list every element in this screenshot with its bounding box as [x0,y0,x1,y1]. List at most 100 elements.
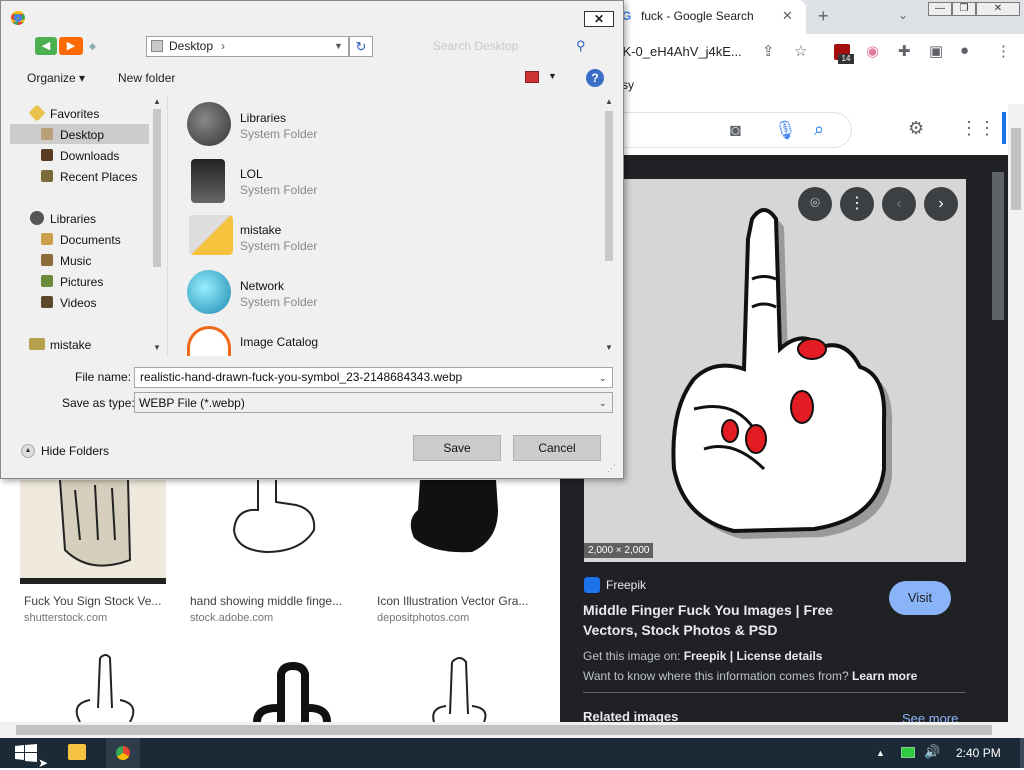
back-arrow-icon[interactable]: ◀ [35,37,57,55]
side-panel-icon[interactable]: ▣ [929,42,943,60]
result-thumbnail[interactable] [20,648,188,722]
address-location[interactable]: Desktop [169,39,213,53]
libraries-folder-icon[interactable] [187,102,231,146]
nav-scroll-down-icon[interactable]: ▼ [153,343,161,352]
more-options-icon[interactable]: ⋮ [840,187,874,221]
address-chevron-icon[interactable]: › [221,39,225,53]
next-image-icon[interactable]: › [924,187,958,221]
nav-item-videos[interactable]: Videos [60,296,96,310]
nav-item-desktop[interactable]: Desktop [60,128,104,142]
search-desktop-placeholder: Search Desktop [433,39,519,53]
save-button[interactable]: Save [413,435,501,461]
get-source-link[interactable]: Freepik [684,649,727,663]
file-scrollbar-thumb[interactable] [605,111,613,261]
file-name[interactable]: LOL [240,167,263,181]
resize-grip-icon[interactable]: ⋰ [607,463,616,474]
hide-folders-button[interactable]: Hide Folders [41,444,109,458]
minimize-button[interactable]: — [928,2,952,16]
result-thumbnail[interactable] [207,648,374,722]
source-name[interactable]: Freepik [606,578,646,592]
dialog-close-button[interactable]: ✕ [584,11,614,27]
windows-start-icon[interactable] [15,744,37,762]
user-folder-icon[interactable] [191,159,225,203]
lens-search-icon[interactable]: ⌾ [798,187,832,221]
network-globe-icon[interactable] [187,270,231,314]
cancel-button[interactable]: Cancel [513,435,601,461]
previous-image-icon[interactable]: ‹ [882,187,916,221]
nav-item-pictures[interactable]: Pictures [60,275,103,289]
nav-item-music[interactable]: Music [60,254,91,268]
horizontal-scrollbar-thumb[interactable] [16,725,992,735]
computer-folder-icon[interactable] [189,215,233,255]
forward-arrow-icon[interactable]: ▶ [59,37,83,55]
refresh-icon[interactable]: ↻ [349,36,373,57]
window-close-button[interactable]: ✕ [976,2,1020,16]
profile-avatar-icon[interactable]: ● [960,42,969,59]
bookmark-star-icon[interactable]: ☆ [794,42,807,60]
preview-image[interactable] [584,179,966,562]
result-caption[interactable]: hand showing middle finge... [190,594,342,608]
result-caption[interactable]: Fuck You Sign Stock Ve... [24,594,161,608]
volume-tray-icon[interactable]: 🔊 [924,744,940,760]
address-dropdown-icon[interactable]: ▼ [334,41,343,51]
tab-close-icon[interactable]: ✕ [782,8,793,24]
desktop-folder-icon [151,40,163,52]
file-explorer-taskbar-icon[interactable] [68,744,86,760]
settings-gear-icon[interactable]: ⚙ [908,118,924,139]
collapse-arrow-icon[interactable]: ▲ [21,444,35,458]
view-dropdown-icon[interactable]: ▼ [548,71,557,81]
image-title[interactable]: Middle Finger Fuck You Images | Free Vec… [583,600,873,640]
panel-scrollbar-thumb[interactable] [992,172,1004,320]
extension-badge-count: 14 [838,54,854,64]
page-scrollbar-thumb[interactable] [1011,128,1021,210]
visit-button[interactable]: Visit [889,581,951,615]
file-name[interactable]: Libraries [240,111,286,125]
file-name-value[interactable]: realistic-hand-drawn-fuck-you-symbol_23-… [140,370,462,384]
sign-in-button-edge[interactable] [1002,112,1006,144]
file-scroll-up-icon[interactable]: ▲ [605,97,613,106]
result-thumbnail[interactable] [372,480,539,584]
nav-scroll-up-icon[interactable]: ▲ [153,97,161,106]
camera-search-icon[interactable]: ◙ [730,120,741,141]
result-caption[interactable]: Icon Illustration Vector Gra... [377,594,528,608]
nav-item-favorites[interactable]: Favorites [50,107,99,121]
save-type-value[interactable]: WEBP File (*.webp) [139,396,245,410]
show-desktop-button[interactable] [1020,738,1024,768]
save-type-dropdown-icon[interactable]: ⌄ [599,398,607,409]
new-folder-button[interactable]: New folder [118,71,175,85]
voice-search-icon[interactable]: 🎙 [774,120,797,141]
help-icon[interactable]: ? [586,69,604,87]
new-tab-button[interactable]: + [818,6,829,27]
nav-item-libraries[interactable]: Libraries [50,212,96,226]
network-tray-icon[interactable] [901,747,915,758]
taskbar-clock[interactable]: 2:40 PM [956,746,1001,760]
maximize-button[interactable]: ❐ [952,2,976,16]
nav-item-recent-places[interactable]: Recent Places [60,170,137,184]
result-thumbnail[interactable] [186,480,354,584]
extension-flag-icon[interactable]: ◉ [866,42,879,60]
chrome-menu-icon[interactable]: ⋮ [996,42,1011,60]
file-name-dropdown-icon[interactable]: ⌄ [599,373,607,384]
result-thumbnail[interactable] [394,648,540,722]
learn-more-link[interactable]: Learn more [852,669,917,683]
recent-locations-icon[interactable]: ◆ [89,41,96,52]
nav-scrollbar-thumb[interactable] [153,109,161,267]
search-icon[interactable]: ⚲ [576,38,586,54]
file-name[interactable]: mistake [240,223,281,237]
file-scroll-down-icon[interactable]: ▼ [605,343,613,352]
address-bar-url[interactable]: sK-0_eH4AhV_j4kE... [616,44,742,59]
change-view-icon[interactable] [525,71,539,83]
file-name[interactable]: Network [240,279,284,293]
share-icon[interactable]: ⇪ [762,42,775,60]
extensions-puzzle-icon[interactable]: ✚ [898,42,911,60]
tray-show-hidden-icon[interactable]: ▲ [876,748,885,758]
tab-search-chevron-icon[interactable]: ⌄ [898,8,908,22]
organize-menu-button[interactable]: Organize ▾ [27,71,85,85]
nav-item-downloads[interactable]: Downloads [60,149,119,163]
nav-item-documents[interactable]: Documents [60,233,121,247]
license-details-link[interactable]: License details [736,649,822,663]
result-thumbnail[interactable] [20,480,166,584]
search-icon[interactable]: ⌕ [814,119,824,140]
nav-item-mistake[interactable]: mistake [50,338,91,352]
file-name[interactable]: Image Catalog [240,335,318,349]
